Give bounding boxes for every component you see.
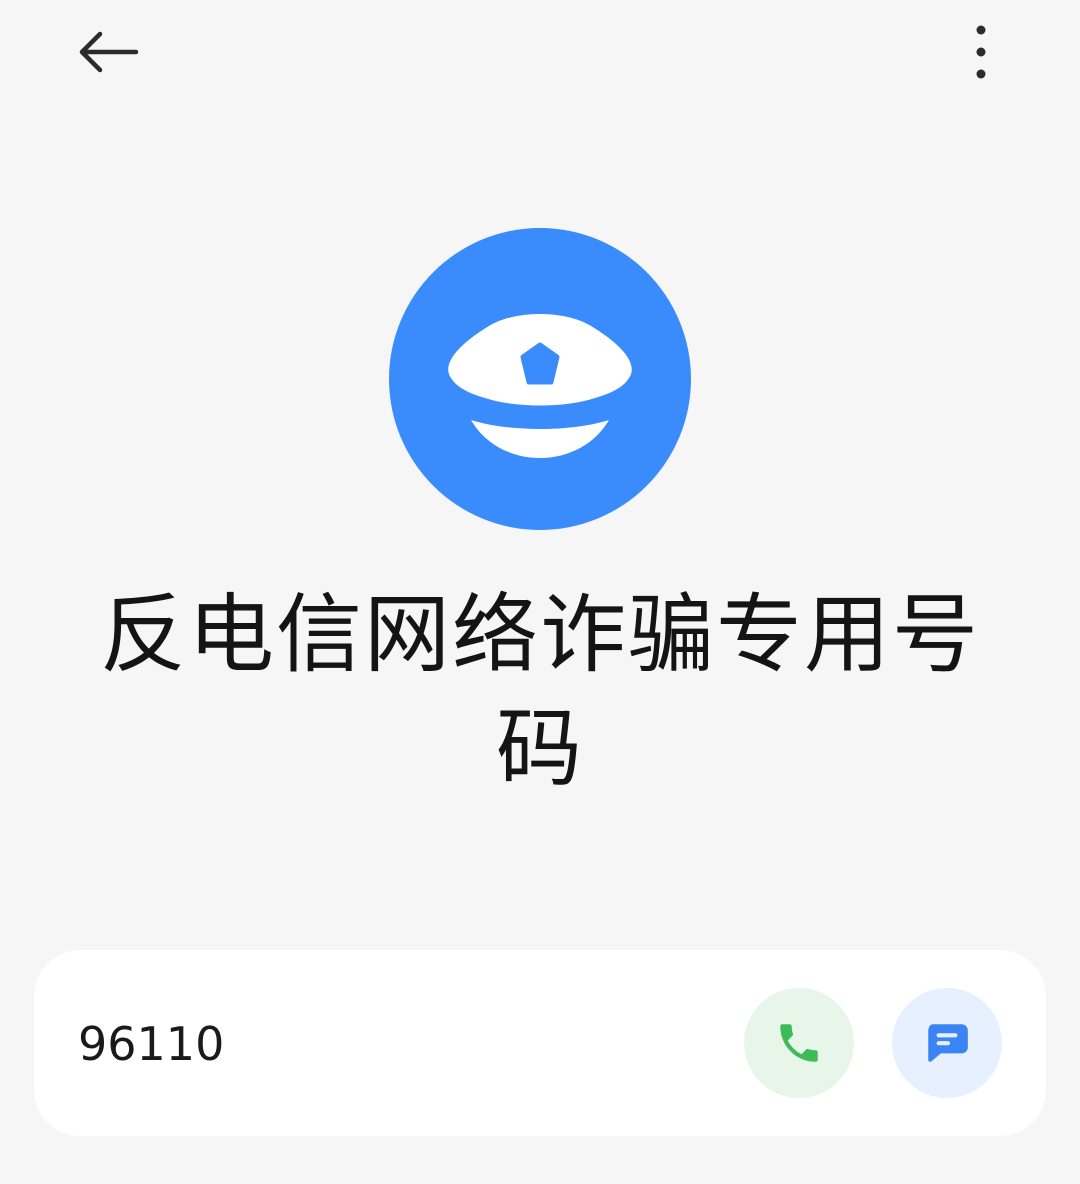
message-button[interactable]: [892, 988, 1002, 1098]
phone-icon: [780, 1024, 818, 1062]
contact-name: 反电信网络诈骗专用号码: [100, 585, 980, 799]
phone-number-card: 96110: [34, 950, 1046, 1136]
top-bar: [0, 0, 1080, 110]
arrow-left-icon: [79, 31, 139, 73]
more-vertical-icon: [976, 25, 986, 79]
message-icon: [928, 1024, 968, 1062]
contact-avatar: [389, 228, 691, 530]
back-button[interactable]: [62, 12, 154, 92]
phone-number[interactable]: 96110: [78, 1018, 224, 1070]
police-cap-icon: [448, 314, 632, 458]
more-options-button[interactable]: [946, 12, 1016, 92]
call-button[interactable]: [744, 988, 854, 1098]
